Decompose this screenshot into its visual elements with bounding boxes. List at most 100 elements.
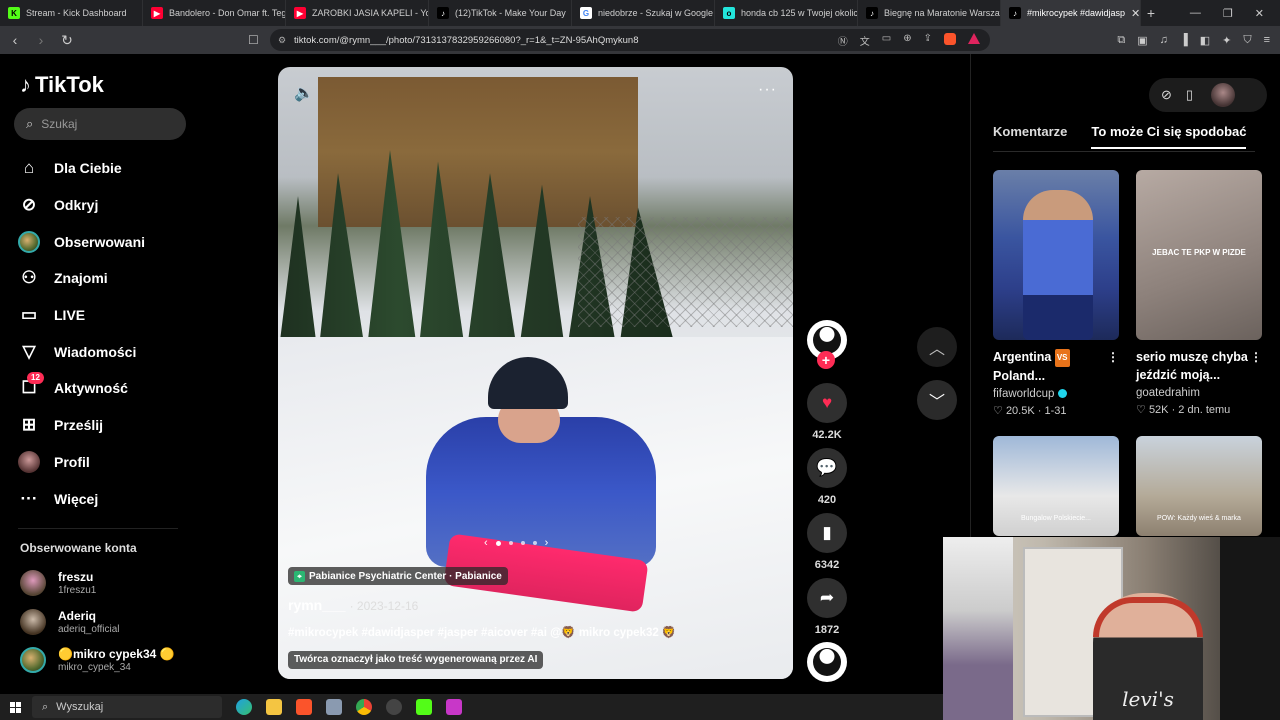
sidebar-item-obserwowani[interactable]: Obserwowani [18, 223, 145, 260]
save-button[interactable]: ▮ [807, 513, 847, 553]
card-author[interactable]: fifaworldcup [993, 388, 1119, 400]
share-button[interactable]: ➦ [807, 578, 847, 618]
carousel-dot[interactable] [508, 541, 513, 545]
chevron-left-icon[interactable]: ‹ [484, 537, 488, 549]
kick-icon[interactable] [416, 699, 432, 715]
browser-tab[interactable]: ▶ZAROBKI JASIA KAPELI - YouTu [286, 0, 429, 26]
taskbar: ⌕ Wyszukaj [0, 694, 943, 720]
tracking-icon[interactable]: Ⓝ [838, 33, 848, 48]
reader-icon[interactable]: ▭ [882, 33, 891, 48]
recommended-card[interactable]: JEBAC TE PKP W PIZDE serio muszę chyba je… [1136, 170, 1262, 416]
card-meta: ♡ 20.5K · 1-31 [993, 404, 1067, 417]
post-description[interactable]: #mikrocypek #dawidjasper #jasper #aicove… [288, 625, 676, 639]
mail-icon[interactable] [326, 699, 342, 715]
sidebar-item-profil[interactable]: Profil [18, 444, 145, 481]
chevron-right-icon[interactable]: › [545, 537, 549, 549]
recommended-card[interactable]: Bungalow Polskiecie... [993, 436, 1119, 536]
post-media[interactable]: 🔈 ··· ‹ › ⌖ Pabianice Psychiatric Center … [278, 67, 793, 679]
recommended-card[interactable]: Argentina VS Poland... ⋮ fifaworldcup ♡ 20… [993, 170, 1119, 417]
user-avatar[interactable] [1211, 83, 1236, 107]
scene-fence [578, 217, 793, 327]
browser-tab[interactable]: K Stream - Kick Dashboard [0, 0, 143, 26]
sidebar-item-wiecej[interactable]: ··· Więcej [18, 480, 145, 517]
card-more-icon[interactable]: ⋮ [1250, 348, 1262, 366]
browser-tab[interactable]: Gniedobrze - Szukaj w Google [572, 0, 715, 26]
sidebar-icon[interactable]: ▐ [1180, 34, 1188, 47]
brave-rewards-icon[interactable] [968, 32, 980, 44]
obs-icon[interactable] [386, 699, 402, 715]
tab-recommended[interactable]: To może Ci się spodobać [1091, 124, 1247, 149]
brave-shield-icon[interactable] [944, 32, 956, 45]
carousel-dot[interactable] [495, 540, 501, 546]
more-options-icon[interactable]: ··· [758, 81, 777, 99]
sidebar-item-odkryj[interactable]: ⊘ Odkryj [18, 187, 145, 224]
followed-account[interactable]: freszu 1freszu1 [20, 570, 96, 596]
file-explorer-icon[interactable] [266, 699, 282, 715]
followed-account[interactable]: Aderiq aderiq_official [20, 609, 120, 635]
extensions-icon[interactable]: ⧉ [1117, 34, 1125, 47]
followed-account[interactable]: 🟡mikro cypek34 🟡 mikro_cypek_34 [20, 647, 175, 673]
volume-icon[interactable]: 🔈 [294, 83, 314, 103]
comment-icon: 💬 [816, 458, 838, 477]
carousel-dot[interactable] [532, 541, 537, 545]
url-field[interactable]: ⚙ tiktok.com/@rymn___/photo/731313783295… [270, 29, 990, 51]
location-tag[interactable]: ⌖ Pabianice Psychiatric Center · Pabianic… [288, 567, 508, 585]
phone-icon[interactable]: ▯ [1186, 87, 1193, 103]
restore-icon[interactable]: ❐ [1223, 7, 1233, 20]
close-window-icon[interactable]: ✕ [1255, 7, 1264, 20]
comment-count: 420 [817, 494, 837, 506]
sidebar-item-dla-ciebie[interactable]: ⌂ Dla Ciebie [18, 150, 145, 187]
share-icon[interactable]: ⇪ [924, 33, 932, 48]
activity-badge: 12 [27, 372, 44, 385]
comment-button[interactable]: 💬 [807, 448, 847, 488]
browser-tab-active[interactable]: ♪ #mikrocypek #dawidjasp ✕ [1001, 0, 1141, 26]
menu-icon[interactable]: ≡ [1264, 34, 1270, 47]
recommended-card[interactable]: POW: Każdy wieś & marka [1136, 436, 1262, 536]
screenshot-icon[interactable]: ▣ [1137, 34, 1147, 47]
close-tab-icon[interactable]: ✕ [1131, 7, 1140, 20]
site-info-icon[interactable]: ⚙ [278, 35, 286, 46]
edge-icon[interactable] [236, 699, 252, 715]
tab-komentarze[interactable]: Komentarze [993, 124, 1067, 149]
browser-tab[interactable]: o honda cb 125 w Twojej okolicy [715, 0, 858, 26]
sidebar-item-live[interactable]: ▭ LIVE [18, 297, 145, 334]
back-icon[interactable]: ‹ [8, 32, 22, 48]
browser-tab[interactable]: ♪ (12)TikTok - Make Your Day [429, 0, 572, 26]
card-thumbnail: POW: Każdy wieś & marka [1136, 436, 1262, 536]
minimize-icon[interactable]: — [1190, 7, 1201, 20]
sidebar-item-przeslij[interactable]: ⊞ Prześlij [18, 407, 145, 444]
card-author[interactable]: goatedrahim [1136, 387, 1262, 399]
new-tab-button[interactable]: + [1141, 5, 1161, 21]
tiktok-logo[interactable]: ♪ TikTok [20, 72, 104, 98]
music-disc[interactable] [807, 642, 847, 682]
windows-start-icon[interactable] [0, 701, 30, 713]
wallet-icon[interactable]: ◧ [1200, 34, 1210, 47]
carousel-dot[interactable] [520, 541, 525, 545]
browser-tab[interactable]: ▶ Bandolero - Don Omar ft. Tego [143, 0, 286, 26]
forward-icon[interactable]: › [34, 32, 48, 48]
translate-icon[interactable]: 文 [860, 33, 870, 48]
browser-tab[interactable]: ♪ Biegnę na Maratonie Warszaw [858, 0, 1001, 26]
sidebar-item-aktywnosc[interactable]: ☐ 12 Aktywność [18, 370, 145, 407]
sidebar-item-wiadomosci[interactable]: ▽ Wiadomości [18, 333, 145, 370]
leo-icon[interactable]: ✦ [1222, 34, 1231, 47]
post-author[interactable]: rymn___ · 2023-12-16 [288, 597, 418, 613]
brave-icon[interactable] [296, 699, 312, 715]
streamlabs-icon[interactable] [446, 699, 462, 715]
vpn-icon[interactable]: ⛉ [1243, 34, 1251, 47]
like-button[interactable]: ♥ [807, 383, 847, 423]
previous-post-button[interactable]: ︿ [917, 327, 957, 367]
bookmark-icon[interactable]: ☐ [248, 33, 259, 47]
follow-plus-icon[interactable]: + [817, 351, 835, 369]
taskbar-search[interactable]: ⌕ Wyszukaj [32, 696, 222, 718]
reload-icon[interactable]: ↻ [60, 32, 74, 49]
card-more-icon[interactable]: ⋮ [1107, 348, 1119, 366]
music-icon[interactable]: ♫ [1160, 34, 1168, 47]
sidebar-item-znajomi[interactable]: ⚇ Znajomi [18, 260, 145, 297]
youtube-favicon-icon: ▶ [151, 7, 163, 19]
search-input[interactable]: ⌕ Szukaj [14, 108, 186, 140]
chrome-icon[interactable] [356, 699, 372, 715]
zoom-icon[interactable]: ⊕ [903, 33, 911, 48]
next-post-button[interactable]: ﹀ [917, 380, 957, 420]
compass-icon[interactable]: ⊘ [1161, 87, 1172, 103]
